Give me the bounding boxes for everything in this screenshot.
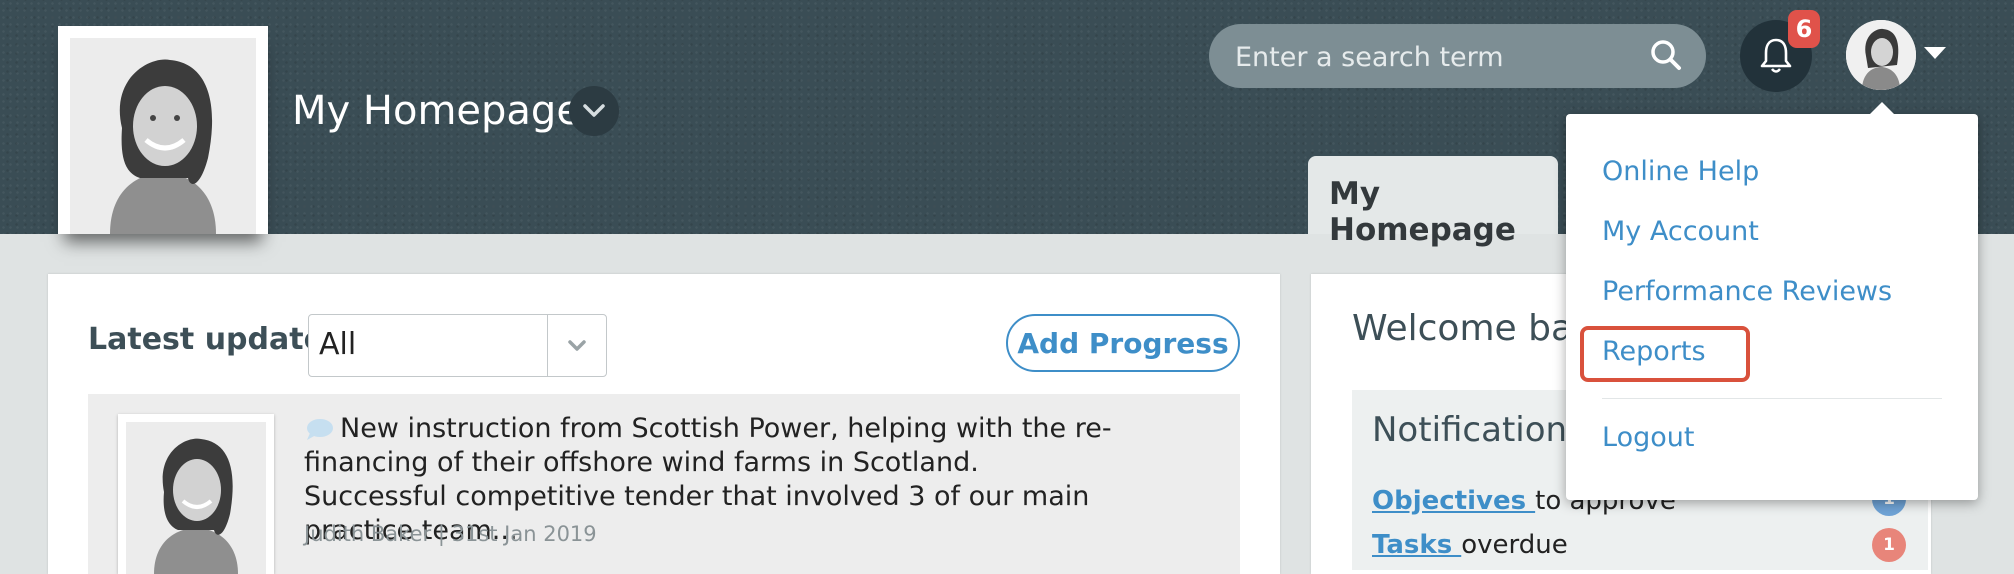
page-title: My Homepage: [292, 88, 581, 134]
filter-selected-value: All: [319, 327, 357, 362]
notification-row-tasks: Tasks overdue: [1372, 530, 1568, 560]
menu-item-my-account[interactable]: My Account: [1602, 216, 1759, 247]
update-meta: Judith Baker | 31st Jan 2019: [304, 522, 597, 546]
notification-count-badge: 6: [1788, 10, 1820, 48]
caret-down-icon[interactable]: [1923, 46, 1947, 60]
tab-label: My Homepage: [1329, 176, 1516, 248]
menu-item-performance-reviews[interactable]: Performance Reviews: [1602, 276, 1892, 307]
objectives-link[interactable]: Objectives: [1372, 486, 1535, 516]
meta-separator: |: [437, 522, 445, 546]
speech-bubble-icon: [307, 418, 333, 440]
chevron-down-icon: [583, 104, 605, 117]
avatar: [1846, 20, 1916, 90]
user-avatar-button[interactable]: [1846, 20, 1916, 90]
search-box: [1209, 24, 1706, 88]
page-switcher-button[interactable]: [569, 86, 619, 136]
latest-updates-label: Latest updates: [88, 322, 342, 357]
dropdown-pointer: [1868, 102, 1896, 116]
profile-photo-image: [70, 38, 256, 234]
notification-text: overdue: [1461, 530, 1568, 560]
user-dropdown-menu: Online Help My Account Performance Revie…: [1566, 114, 1978, 500]
update-author-photo[interactable]: [118, 414, 274, 574]
updates-filter-select[interactable]: All: [308, 314, 607, 377]
update-list-item: New instruction from Scottish Power, hel…: [88, 394, 1240, 574]
add-progress-button[interactable]: Add Progress: [1006, 314, 1240, 372]
profile-photo[interactable]: [58, 26, 268, 234]
menu-item-reports[interactable]: Reports: [1602, 336, 1706, 367]
notifications-title: Notifications: [1372, 410, 1585, 450]
menu-item-online-help[interactable]: Online Help: [1602, 156, 1759, 187]
menu-divider: [1602, 398, 1942, 399]
welcome-heading: Welcome bac: [1352, 308, 1593, 349]
menu-item-logout[interactable]: Logout: [1602, 422, 1694, 453]
tab-my-homepage[interactable]: My Homepage: [1308, 156, 1558, 248]
notification-count-badge: 1: [1872, 528, 1906, 562]
search-input[interactable]: [1233, 34, 1637, 80]
update-date: 31st Jan 2019: [451, 522, 597, 546]
chevron-down-icon: [568, 339, 586, 351]
select-toggle[interactable]: [547, 315, 606, 376]
search-icon[interactable]: [1649, 38, 1683, 72]
tasks-link[interactable]: Tasks: [1372, 530, 1461, 560]
update-author: Judith Baker: [304, 522, 432, 546]
